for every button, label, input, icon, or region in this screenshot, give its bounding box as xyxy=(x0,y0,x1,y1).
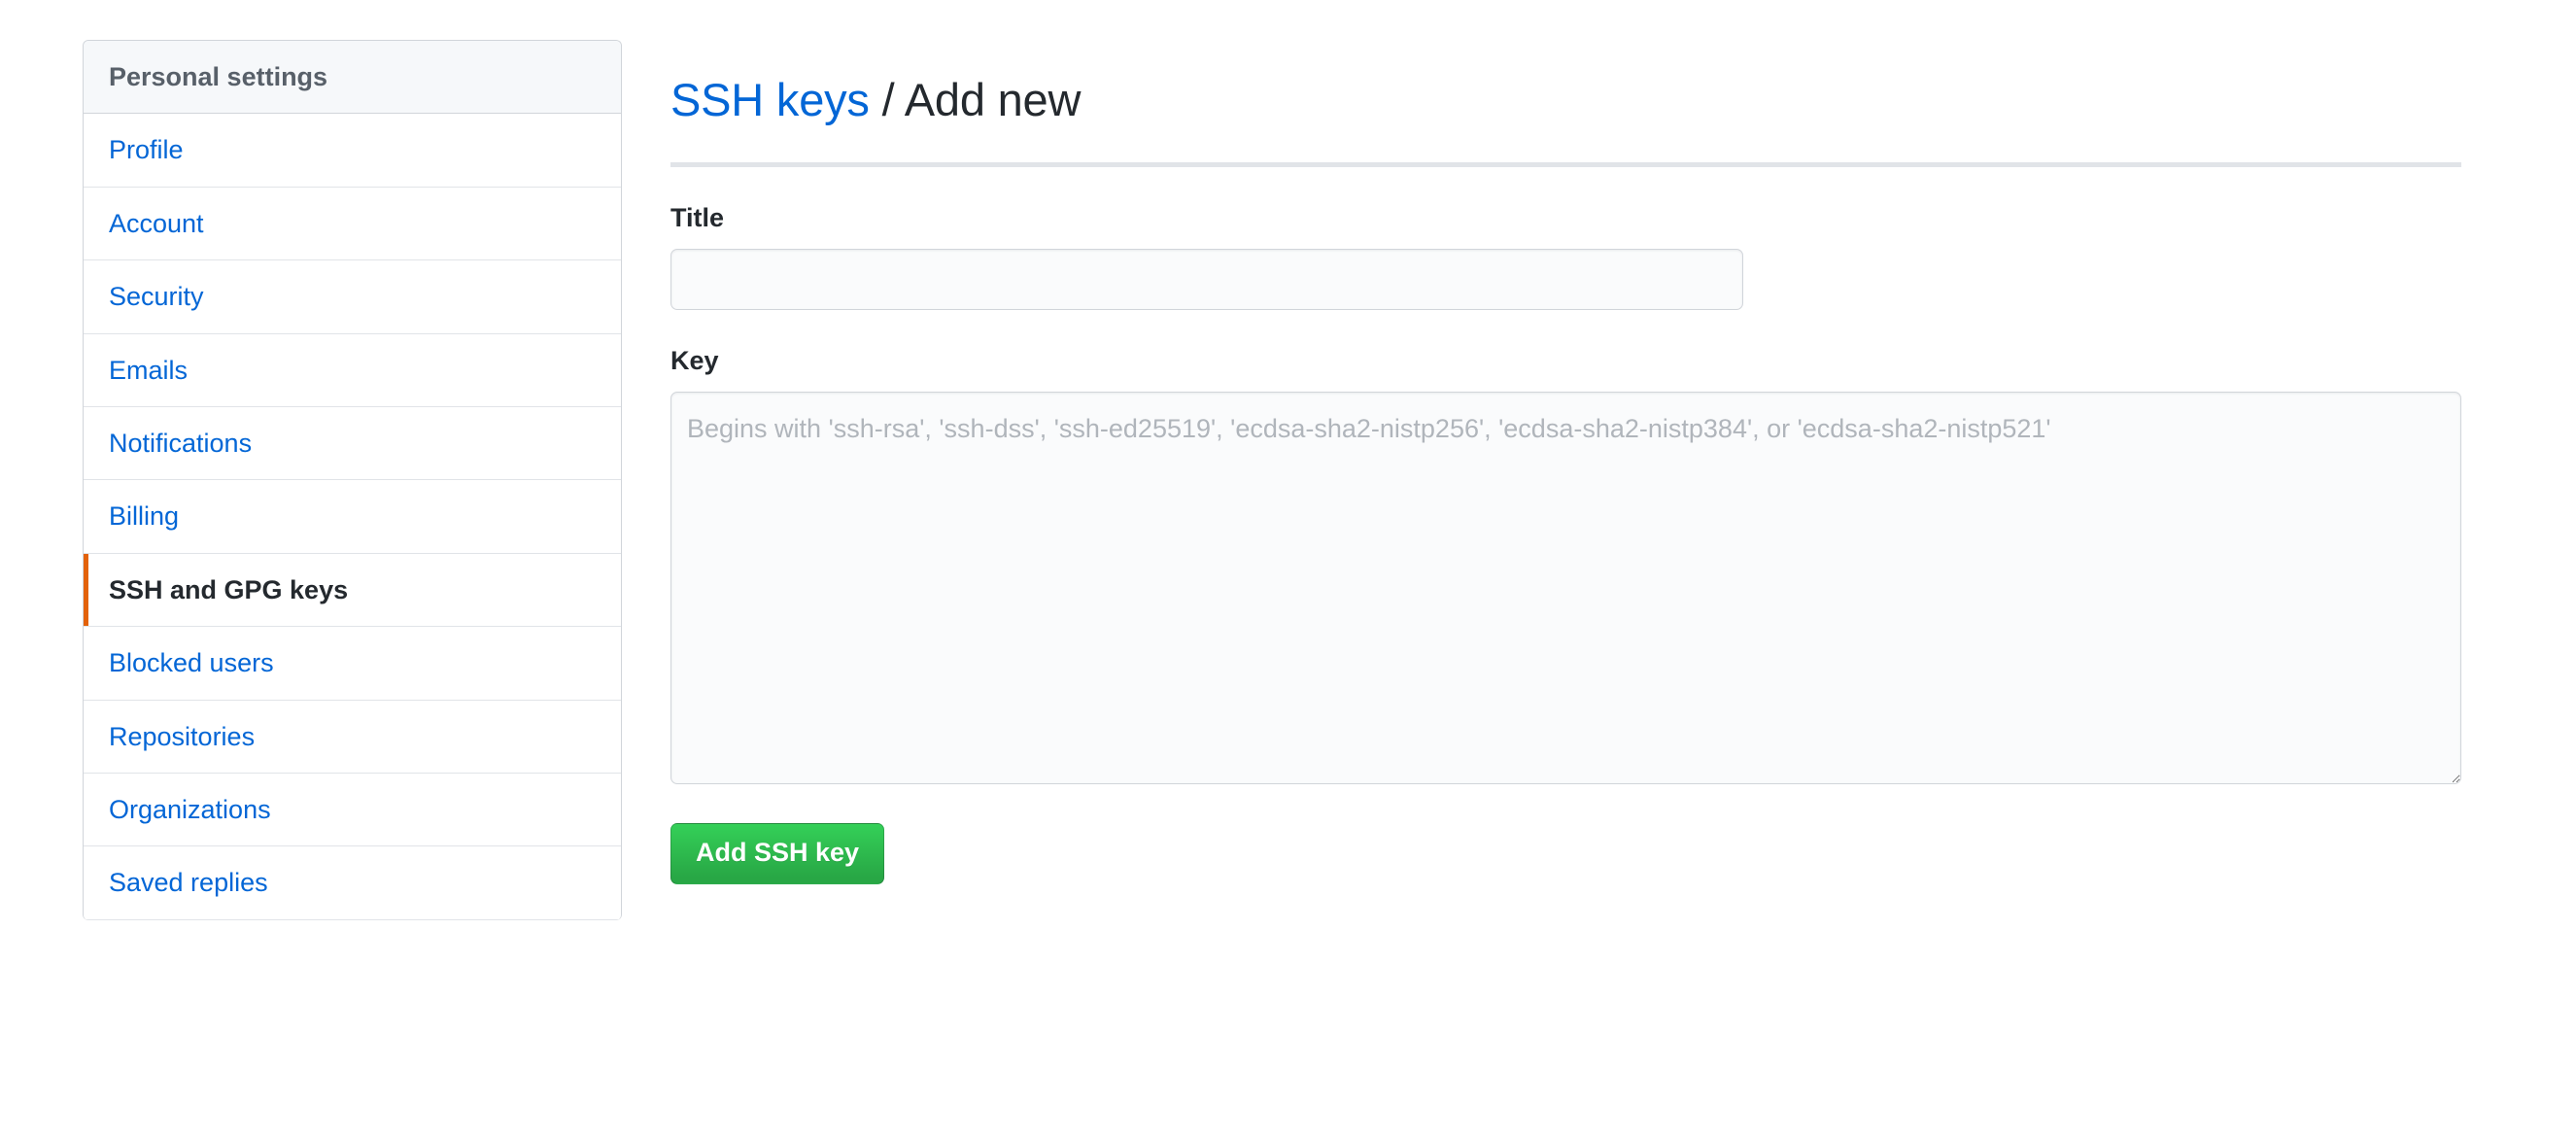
title-label: Title xyxy=(670,202,725,232)
sidebar-item-notifications[interactable]: Notifications xyxy=(84,406,621,481)
sidebar-item-emails[interactable]: Emails xyxy=(84,333,621,407)
sidebar-item-label: SSH and GPG keys xyxy=(109,574,349,604)
sidebar-item-label: Notifications xyxy=(109,428,253,458)
sidebar-item-label: Blocked users xyxy=(109,648,274,678)
sidebar-item-blocked-users[interactable]: Blocked users xyxy=(84,627,621,701)
sidebar-item-organizations[interactable]: Organizations xyxy=(84,773,621,847)
sidebar-item-label: Billing xyxy=(109,501,180,532)
submit-row: Add SSH key xyxy=(670,823,2463,884)
sidebar-item-saved-replies[interactable]: Saved replies xyxy=(84,846,621,920)
sidebar-item-ssh-and-gpg-keys[interactable]: SSH and GPG keys xyxy=(84,553,621,628)
title-field-block: Title xyxy=(670,202,2463,310)
breadcrumb-separator: / xyxy=(869,74,905,126)
sidebar-item-account[interactable]: Account xyxy=(84,187,621,261)
sidebar-item-label: Profile xyxy=(109,135,184,165)
page-title: SSH keys / Add new xyxy=(670,70,2463,126)
breadcrumb-current: Add new xyxy=(904,74,1082,126)
main-content: SSH keys / Add new Title Key Add SSH key xyxy=(670,40,2463,884)
sidebar-item-profile[interactable]: Profile xyxy=(84,114,621,188)
sidebar-header: Personal settings xyxy=(84,41,621,115)
sidebar-item-label: Repositories xyxy=(109,721,256,751)
sidebar-item-repositories[interactable]: Repositories xyxy=(84,700,621,774)
key-label: Key xyxy=(670,345,719,375)
sidebar-item-label: Organizations xyxy=(109,794,271,824)
key-field-block: Key xyxy=(670,345,2463,785)
sidebar-item-label: Saved replies xyxy=(109,868,268,898)
ssh-keys-link[interactable]: SSH keys xyxy=(670,74,870,125)
title-divider xyxy=(670,161,2461,167)
sidebar-item-label: Security xyxy=(109,282,204,312)
key-textarea[interactable] xyxy=(670,392,2461,785)
title-input[interactable] xyxy=(670,248,1743,310)
personal-settings-sidebar: Personal settings Profile Account Securi… xyxy=(83,40,622,920)
sidebar-item-billing[interactable]: Billing xyxy=(84,480,621,554)
sidebar-item-label: Account xyxy=(109,208,204,238)
settings-page: Personal settings Profile Account Securi… xyxy=(0,0,2576,1137)
sidebar-item-label: Emails xyxy=(109,355,189,385)
add-ssh-key-button[interactable]: Add SSH key xyxy=(670,823,885,884)
sidebar-item-security[interactable]: Security xyxy=(84,260,621,334)
